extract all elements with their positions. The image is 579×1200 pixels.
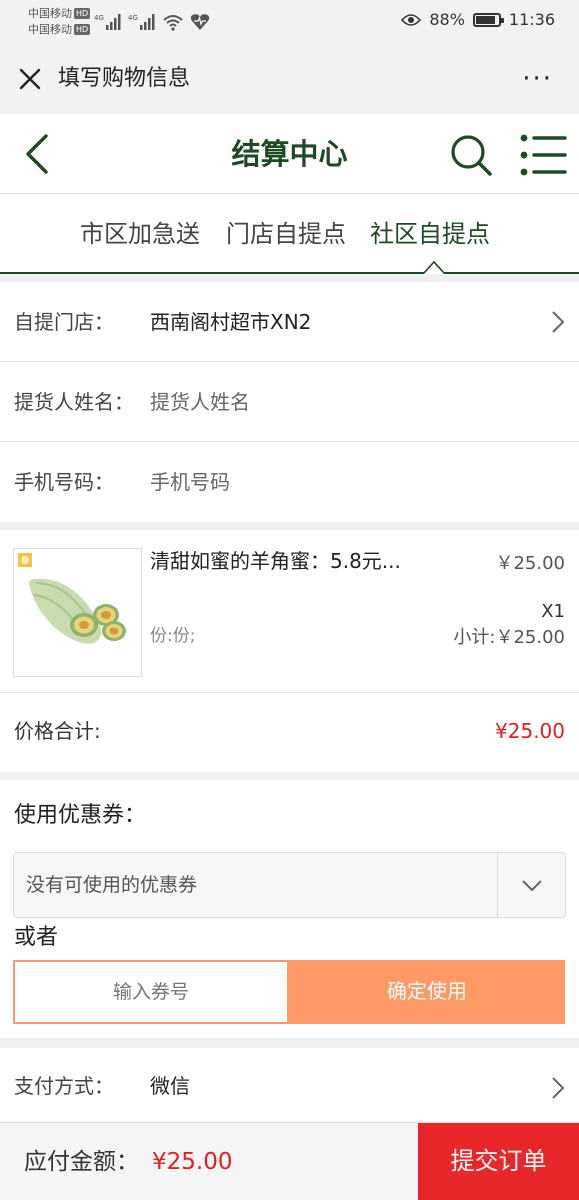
more-options-button[interactable]: ··· — [522, 66, 553, 92]
coupon-dropdown-toggle[interactable] — [497, 853, 565, 917]
store-row[interactable]: 自提门店： 西南阁村超市XN2 — [0, 282, 579, 362]
or-label: 或者 — [14, 925, 59, 950]
payment-label: 支付方式： — [14, 1074, 114, 1098]
coupon-select[interactable]: 没有可使用的优惠券 — [13, 852, 566, 918]
search-icon[interactable] — [448, 132, 494, 178]
checkout-bar: 应付金额： ¥25.00 提交订单 — [0, 1122, 579, 1200]
carrier-info: 中国移动 HD 中国移动 HD — [28, 6, 91, 38]
signal-icon: 4G — [94, 14, 121, 30]
tab-community-pickup[interactable]: 社区自提点 — [370, 218, 490, 250]
store-value: 西南阁村超市XN2 — [150, 310, 312, 334]
product-spec: 份:份; — [150, 626, 196, 646]
signal-icon: 4G — [128, 14, 155, 30]
webview-title: 填写购物信息 — [58, 66, 191, 91]
webview-bar: 填写购物信息 ··· — [0, 44, 579, 114]
signal-indicators: 4G 4G — [94, 11, 210, 31]
payable-amount: ¥25.00 — [152, 1149, 233, 1175]
tab-underline — [0, 272, 579, 274]
melon-image — [18, 553, 126, 644]
active-tab-indicator-icon — [424, 260, 444, 274]
status-right: 88% 11:36 — [401, 10, 555, 29]
chevron-right-icon — [552, 311, 565, 333]
coupon-code-input[interactable] — [13, 960, 289, 1024]
phone-row: 手机号码： 手机号码 — [0, 442, 579, 522]
hd-badge: HD — [74, 24, 91, 35]
chevron-down-icon — [522, 880, 542, 892]
tab-urgent-delivery[interactable]: 市区加急送 — [80, 218, 200, 250]
coupon-section: 使用优惠券： 没有可使用的优惠券 或者 确定使用 — [0, 780, 579, 1038]
chevron-right-icon — [552, 1077, 565, 1099]
close-icon[interactable] — [17, 66, 43, 92]
svg-text:4G: 4G — [94, 14, 104, 22]
tab-store-pickup[interactable]: 门店自提点 — [226, 218, 346, 250]
submit-order-button[interactable]: 提交订单 — [418, 1123, 579, 1200]
receiver-name-label: 提货人姓名： — [14, 390, 134, 414]
payable-label: 应付金额： — [24, 1149, 139, 1175]
phone-input[interactable]: 手机号码 — [150, 466, 230, 498]
battery-percent: 88% — [429, 10, 465, 29]
status-bar: 中国移动 HD 中国移动 HD 4G 4G 88% 11:36 — [0, 0, 579, 44]
product-quantity: X1 — [541, 601, 565, 622]
carrier-2: 中国移动 — [28, 23, 72, 36]
name-row: 提货人姓名： 提货人姓名 — [0, 362, 579, 442]
carrier-1: 中国移动 — [28, 7, 72, 20]
app-header: 结算中心 — [0, 114, 579, 194]
coupon-title: 使用优惠券： — [14, 803, 147, 828]
receiver-name-input[interactable]: 提货人姓名 — [150, 386, 250, 418]
clock: 11:36 — [508, 10, 555, 29]
payment-row[interactable]: 支付方式： 微信 — [0, 1048, 579, 1122]
eye-icon — [401, 13, 422, 26]
phone-label: 手机号码： — [14, 470, 114, 494]
menu-list-icon[interactable] — [519, 132, 567, 178]
product-image[interactable] — [13, 548, 142, 677]
product-price: ￥25.00 — [495, 553, 565, 574]
delivery-tabs: 市区加急送 门店自提点 社区自提点 — [0, 194, 579, 274]
store-label: 自提门店： — [14, 310, 114, 334]
battery-icon — [472, 12, 504, 27]
wifi-icon — [163, 15, 183, 31]
pickup-form: 自提门店： 西南阁村超市XN2 提货人姓名： 提货人姓名 手机号码： 手机号码 — [0, 282, 579, 522]
health-icon — [190, 14, 210, 30]
apply-coupon-button[interactable]: 确定使用 — [289, 960, 565, 1024]
divider — [0, 692, 579, 693]
product-section: 清甜如蜜的羊角蜜：5.8元... ￥25.00 X1 份:份; 小计:￥25.0… — [0, 530, 579, 772]
hd-badge: HD — [74, 8, 91, 19]
total-label: 价格合计: — [14, 719, 101, 743]
payment-value: 微信 — [150, 1074, 190, 1098]
product-subtotal: 小计:￥25.00 — [453, 627, 565, 648]
coupon-select-value: 没有可使用的优惠券 — [26, 874, 198, 896]
product-name[interactable]: 清甜如蜜的羊角蜜：5.8元... — [150, 546, 430, 576]
total-value: ¥25.00 — [495, 719, 565, 743]
svg-text:4G: 4G — [128, 14, 138, 22]
